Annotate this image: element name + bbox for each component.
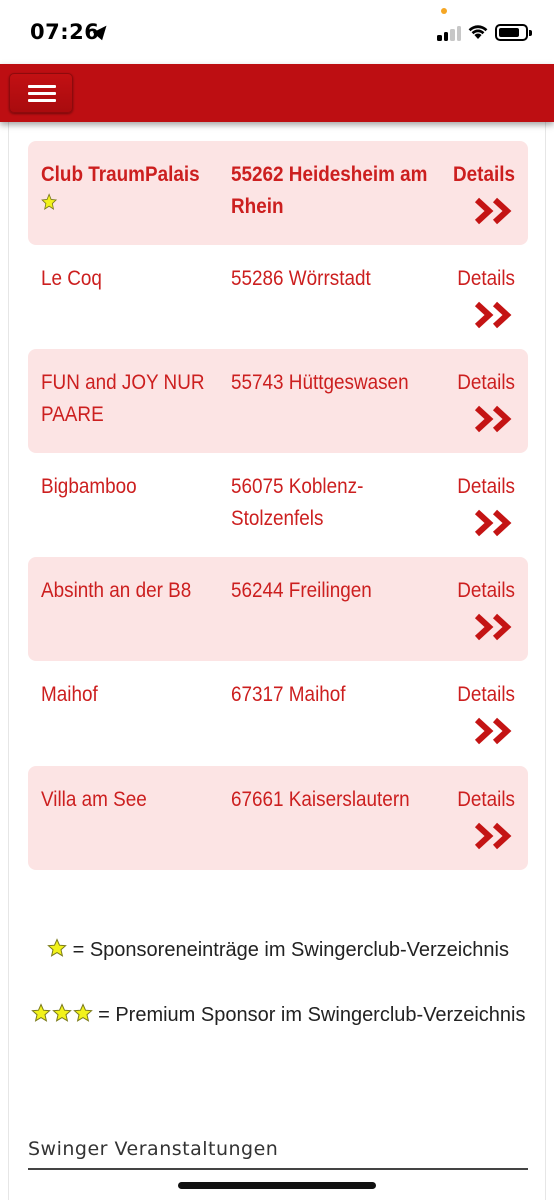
section-divider	[28, 1168, 528, 1170]
club-name[interactable]: Bigbamboo	[41, 471, 221, 503]
club-name[interactable]: Club TraumPalais	[41, 163, 200, 186]
club-row: Villa am See 67661 Kaiserslautern Detail…	[28, 766, 528, 870]
double-chevron-right-icon[interactable]	[475, 197, 515, 225]
details-link[interactable]: Details	[425, 159, 515, 191]
sponsor-star-icon	[41, 193, 58, 210]
club-name[interactable]: Villa am See	[41, 784, 221, 816]
cellular-signal-icon	[437, 24, 463, 41]
club-name[interactable]: Le Coq	[41, 263, 221, 295]
details-link[interactable]: Details	[425, 679, 515, 711]
battery-icon	[495, 24, 532, 41]
status-time: 07:26	[30, 20, 100, 44]
club-location: 56244 Freilingen	[231, 579, 372, 602]
club-name[interactable]: FUN and JOY NUR PAARE	[41, 367, 221, 431]
club-row: Absinth an der B8 56244 Freilingen Detai…	[28, 557, 528, 661]
details-link[interactable]: Details	[425, 263, 515, 295]
club-location: 56075 Koblenz-Stolzenfels	[231, 475, 364, 530]
legend-premium-text: = Premium Sponsor im Swingerclub-Verzeic…	[98, 1004, 526, 1026]
club-location: 67661 Kaiserslautern	[231, 788, 410, 811]
hamburger-menu-button[interactable]	[9, 73, 73, 113]
club-row: Maihof 67317 Maihof Details	[28, 661, 528, 765]
details-link[interactable]: Details	[425, 367, 515, 399]
site-header	[0, 64, 554, 122]
hamburger-icon-bar	[28, 92, 56, 95]
status-bar: 07:26	[0, 0, 554, 64]
club-row: FUN and JOY NUR PAARE 55743 Hüttgeswasen…	[28, 349, 528, 453]
club-location: 67317 Maihof	[231, 683, 346, 706]
hamburger-icon-bar	[28, 99, 56, 102]
premium-three-stars-icon	[30, 1003, 93, 1022]
details-link[interactable]: Details	[425, 575, 515, 607]
double-chevron-right-icon[interactable]	[475, 405, 515, 433]
legend-sponsor: = Sponsoreneinträge im Swingerclub-Verze…	[9, 938, 547, 962]
club-location: 55743 Hüttgeswasen	[231, 371, 409, 394]
double-chevron-right-icon[interactable]	[475, 301, 515, 329]
club-location: 55262 Heidesheim am Rhein	[231, 163, 428, 218]
legend-premium: = Premium Sponsor im Swingerclub-Verzeic…	[9, 1003, 547, 1027]
club-location: 55286 Wörrstadt	[231, 267, 371, 290]
wifi-icon	[468, 25, 488, 39]
double-chevron-right-icon[interactable]	[475, 613, 515, 641]
club-list-card: Club TraumPalais 55262 Heidesheim am Rhe…	[8, 122, 546, 1200]
hamburger-icon	[28, 85, 56, 88]
club-row: Le Coq 55286 Wörrstadt Details	[28, 245, 528, 349]
details-link[interactable]: Details	[425, 471, 515, 503]
sponsor-star-icon	[47, 938, 67, 957]
details-link[interactable]: Details	[425, 784, 515, 816]
home-indicator[interactable]	[178, 1182, 376, 1189]
double-chevron-right-icon[interactable]	[475, 509, 515, 537]
legend-sponsor-text: = Sponsoreneinträge im Swingerclub-Verze…	[72, 939, 509, 961]
double-chevron-right-icon[interactable]	[475, 717, 515, 745]
club-name[interactable]: Absinth an der B8	[41, 575, 221, 607]
club-name[interactable]: Maihof	[41, 679, 221, 711]
club-row: Bigbamboo 56075 Koblenz-Stolzenfels Deta…	[28, 453, 528, 557]
section-title: Swinger Veranstaltungen	[28, 1138, 279, 1160]
recording-indicator-dot	[441, 8, 447, 14]
double-chevron-right-icon[interactable]	[475, 822, 515, 850]
club-name-cell: Club TraumPalais	[41, 159, 221, 211]
club-row: Club TraumPalais 55262 Heidesheim am Rhe…	[28, 141, 528, 245]
